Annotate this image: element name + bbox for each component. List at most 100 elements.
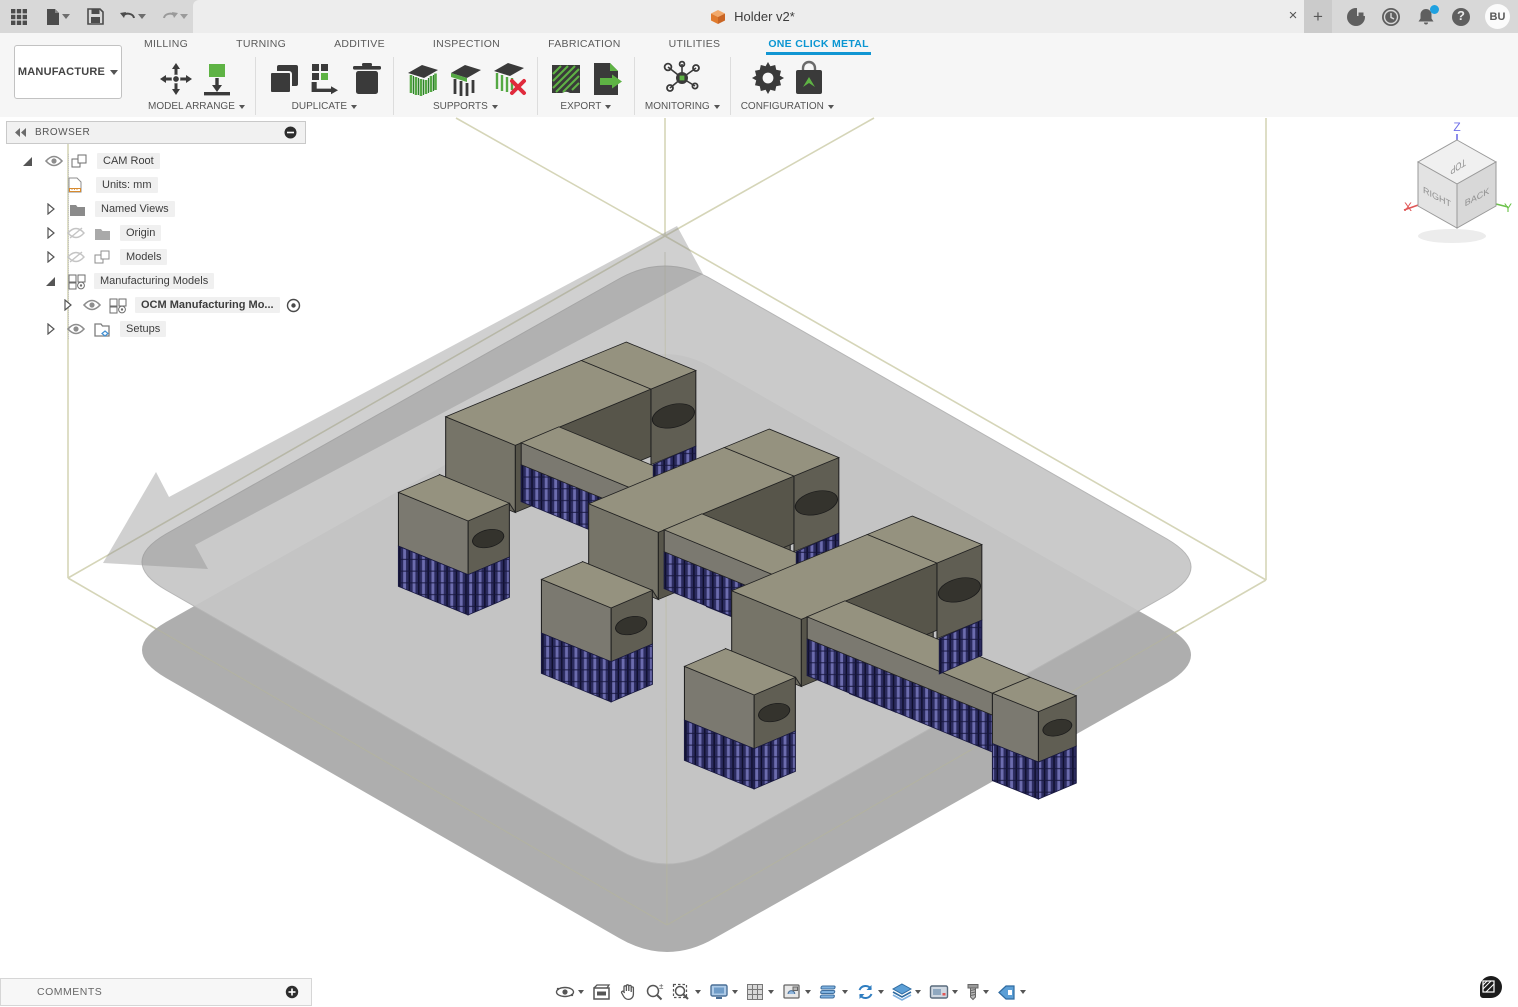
slice-layers-button[interactable] [816,981,851,1003]
selection-filter-button[interactable] [994,982,1029,1003]
tree-label[interactable]: Named Views [95,201,175,217]
user-avatar[interactable]: BU [1485,4,1510,29]
orbit-icon [555,986,575,998]
group-label[interactable]: EXPORT [560,101,612,112]
zoom-button[interactable]: ± [642,981,667,1003]
zoom-icon: ± [646,983,664,1001]
tab-inspection[interactable]: INSPECTION [431,35,502,55]
new-tab-button[interactable]: + [1304,0,1332,33]
chevron-down-icon [827,104,834,109]
group-supports: SUPPORTS [394,57,538,115]
collapsed-arrow-icon[interactable] [47,251,55,263]
tree-row-ocm-manufacturing-model[interactable]: OCM Manufacturing Mo... [6,293,306,317]
fusion-window: Holder v2* × + ? BU MANUFACTURE MILLING [0,0,1518,1007]
document-tab[interactable]: Holder v2* × [193,0,1312,33]
document-cube-icon [711,9,726,24]
tab-utilities[interactable]: UTILITIES [667,35,723,55]
duplicate-icon[interactable] [266,61,302,97]
sync-arrows-icon [858,984,873,1000]
hidden-eye-icon[interactable] [67,226,85,240]
help-button[interactable]: ? [1450,6,1472,28]
tree-row-origin[interactable]: Origin [6,221,306,245]
active-model-radio-icon[interactable] [286,298,301,313]
support-bar-icon[interactable] [447,61,484,97]
display-settings-button[interactable] [706,981,741,1003]
orbit-button[interactable] [552,981,587,1003]
hidden-eye-icon[interactable] [67,250,85,264]
tab-additive[interactable]: ADDITIVE [332,35,387,55]
tree-label[interactable]: Setups [120,321,167,337]
regenerate-button[interactable] [853,981,887,1003]
tree-row-models[interactable]: Models [6,245,306,269]
tree-label[interactable]: Units: mm [96,177,158,193]
chevron-down-icon [351,104,358,109]
store-bag-icon[interactable] [793,59,825,97]
collapsed-arrow-icon[interactable] [47,203,55,215]
export-file-icon[interactable] [590,61,624,97]
chevron-down-icon [179,14,188,19]
visible-eye-icon[interactable] [45,155,63,167]
visible-eye-icon[interactable] [67,323,85,335]
drop-to-platform-icon[interactable] [200,61,234,97]
settings-gear-icon[interactable] [749,59,787,97]
tree-label[interactable]: OCM Manufacturing Mo... [135,297,280,313]
notifications-wrapper[interactable] [1415,4,1439,28]
fit-button[interactable] [669,981,704,1003]
data-panel-button[interactable] [6,4,32,30]
workspace-label: MANUFACTURE [17,66,106,78]
tree-row-named-views[interactable]: Named Views [6,197,306,221]
pan-button[interactable] [616,981,640,1003]
tree-row-manufacturing-models[interactable]: Manufacturing Models [6,269,306,293]
browser-header[interactable]: BROWSER [6,121,306,144]
tree-row-cam-root[interactable]: CAM Root [6,149,306,173]
tree-row-units[interactable]: Units: mm [6,173,306,197]
job-status-clock-icon[interactable] [1380,6,1402,28]
delete-supports-icon[interactable] [490,61,527,97]
collapsed-arrow-icon[interactable] [47,323,55,335]
view-cube[interactable]: Z X Y TOP RIGHT BACK [1403,120,1512,243]
look-at-button[interactable] [589,982,614,1003]
comments-bar[interactable]: COMMENTS [0,978,312,1006]
tree-label[interactable]: Models [120,249,168,265]
machine-display-button[interactable] [926,982,961,1002]
group-label[interactable]: MODEL ARRANGE [148,101,245,112]
tree-label[interactable]: Manufacturing Models [94,273,215,289]
viewports-button[interactable] [779,981,814,1003]
undo-button[interactable] [114,4,150,30]
tab-milling[interactable]: MILLING [142,35,190,55]
redo-button[interactable] [156,4,192,30]
tab-turning[interactable]: TURNING [234,35,288,55]
build-plate[interactable] [141,251,1192,952]
group-label[interactable]: DUPLICATE [292,101,358,112]
group-label[interactable]: CONFIGURATION [741,101,834,112]
fastener-button[interactable] [963,981,992,1003]
add-comment-icon[interactable] [285,985,299,999]
workspace-selector[interactable]: MANUFACTURE [14,45,122,99]
tab-one-click-metal[interactable]: ONE CLICK METAL [766,35,871,55]
export-build-icon[interactable] [548,61,584,97]
collapsed-arrow-icon[interactable] [64,299,72,311]
extensions-icon[interactable] [1345,6,1367,28]
tree-label[interactable]: Origin [120,225,162,241]
arrange-icon[interactable] [158,61,194,97]
visible-eye-icon[interactable] [83,299,101,311]
save-button[interactable] [82,4,108,30]
minimize-circle-icon[interactable] [284,126,297,139]
visual-style-button[interactable] [889,981,924,1003]
file-menu-button[interactable] [38,4,76,30]
group-label[interactable]: SUPPORTS [433,101,498,112]
pattern-icon[interactable] [308,61,345,97]
close-tab-button[interactable]: × [1284,7,1302,25]
expanded-arrow-icon[interactable] [45,276,56,287]
group-label[interactable]: MONITORING [645,101,720,112]
grid-and-snaps-button[interactable] [743,981,777,1003]
tab-fabrication[interactable]: FABRICATION [546,35,623,55]
support-volume-icon[interactable] [404,61,441,97]
assistant-bubble[interactable] [1474,972,1504,1007]
collapsed-arrow-icon[interactable] [47,227,55,239]
monitoring-network-icon[interactable] [660,59,704,97]
tree-row-setups[interactable]: Setups [6,317,306,341]
delete-trash-icon[interactable] [351,61,383,97]
expanded-arrow-icon[interactable] [22,156,33,167]
tree-label[interactable]: CAM Root [97,153,160,169]
